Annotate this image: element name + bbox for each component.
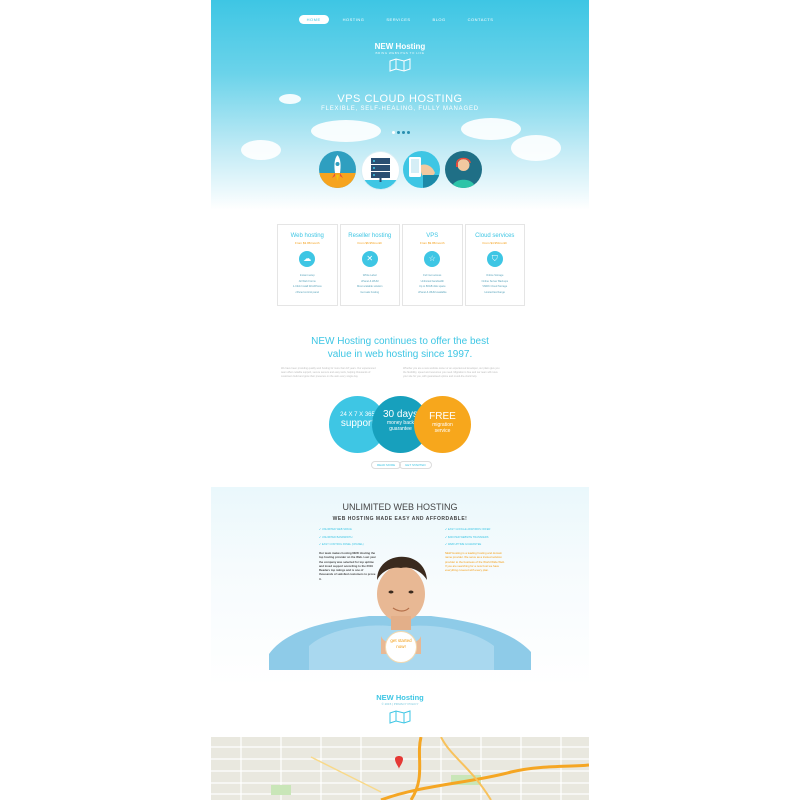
plan-price: From $3.95/month <box>294 241 320 245</box>
plan-card-vps[interactable]: VPS From $9.95/month ☆ Full root access … <box>402 224 463 306</box>
cloud <box>461 118 521 140</box>
get-started-badge-text[interactable]: get started now! <box>386 632 416 650</box>
plan-card-web-hosting[interactable]: Web hosting From $3.95/month ☁ Instant s… <box>277 224 338 306</box>
value-heading-line: value in web hosting since 1997. <box>327 349 473 360</box>
plan-feature: cPanel & WHM available <box>417 290 447 294</box>
hero-subtitle: FLEXIBLE, SELF-HEALING, FULLY MANAGED <box>321 106 479 112</box>
map-canvas[interactable] <box>211 737 589 800</box>
get-started-button[interactable]: GET STARTED <box>399 461 432 469</box>
location-map[interactable] <box>211 737 589 800</box>
page: Home Hosting Services Blog Contacts NEW … <box>211 0 589 800</box>
rocket-icon <box>319 151 356 188</box>
plan-card-reseller-hosting[interactable]: Reseller hosting From $6.95/month ✕ Whit… <box>339 224 400 306</box>
plan-price: From $9.95/month <box>419 241 445 245</box>
nav-services[interactable]: Services <box>378 15 418 24</box>
footer-copyright[interactable]: © 2015 | PRIVACY POLICY <box>211 702 589 706</box>
cloud <box>311 120 381 142</box>
value-paragraph-right: Whether you are a new website owner or a… <box>403 367 500 378</box>
value-heading: NEW Hosting continues to offer the best … <box>211 335 589 361</box>
plans-row: Web hosting From $3.95/month ☁ Instant s… <box>277 224 525 306</box>
nav-blog[interactable]: Blog <box>425 15 454 24</box>
footer-logo-title[interactable]: NEW Hosting <box>211 693 589 702</box>
value-heading-line: NEW Hosting continues to offer the best <box>311 336 489 347</box>
star-icon: ☆ <box>424 251 441 267</box>
hero-section <box>211 0 589 210</box>
get-started-badge[interactable]: get started now! <box>385 631 417 663</box>
bullet-item: UNLIMITED WEB SPACE <box>319 526 364 534</box>
unlimited-title: UNLIMITED WEB HOSTING <box>342 502 458 512</box>
nav-contacts[interactable]: Contacts <box>460 15 502 24</box>
cloud <box>511 135 561 161</box>
plan-title[interactable]: Cloud services <box>466 233 525 239</box>
main-nav: Home Hosting Services Blog Contacts <box>211 15 589 24</box>
footer-map-icon <box>389 710 411 724</box>
logo-map-icon <box>389 58 411 72</box>
slider-dots <box>392 131 410 134</box>
plan-feature: Get sale hosting <box>360 290 380 294</box>
nav-home[interactable]: Home <box>298 15 329 24</box>
nav-hosting[interactable]: Hosting <box>335 15 373 24</box>
plan-feature: Hosted Exchange <box>484 290 505 294</box>
plan-card-cloud-services[interactable]: Cloud services From $4.95/month ⛉ Online… <box>464 224 525 306</box>
cloud <box>241 140 281 160</box>
logo-title[interactable]: NEW Hosting <box>211 42 589 51</box>
plan-title[interactable]: VPS <box>403 233 462 239</box>
slider-dot[interactable] <box>397 131 400 134</box>
circle-big-text: FREE <box>429 411 456 422</box>
bullet-item: EASY GOOGLE ADWORDS OFFER <box>445 526 490 534</box>
unlimited-subtitle: WEB HOSTING MADE EASY AND AFFORDABLE! <box>332 516 468 522</box>
cross-arrows-icon: ✕ <box>361 251 378 267</box>
plan-price: From $4.95/month <box>482 241 507 245</box>
logo-tagline: BRING WEBSITES TO LIFE <box>375 51 425 55</box>
read-more-button[interactable]: READ MORE <box>371 461 402 469</box>
slider-dot[interactable] <box>407 131 410 134</box>
plan-title[interactable]: Reseller hosting <box>341 233 400 239</box>
circle-small-text: migration service <box>432 422 453 434</box>
migration-circle: FREE migration service <box>414 396 471 453</box>
slider-dot[interactable] <box>392 131 395 134</box>
shield-icon: ⛉ <box>486 251 503 267</box>
server-icon <box>361 151 400 190</box>
slider-dot[interactable] <box>402 131 405 134</box>
plan-feature: cPanel control panel <box>295 290 319 294</box>
tablet-icon <box>403 151 440 188</box>
plan-title[interactable]: Web hosting <box>278 233 337 239</box>
plan-price: From $6.95/month <box>357 241 382 245</box>
cloud-icon: ☁ <box>299 251 316 267</box>
hero-title: VPS CLOUD HOSTING <box>337 93 463 105</box>
value-paragraph-left: We have been providing quality web hosti… <box>281 367 376 378</box>
support-agent-icon <box>445 151 482 188</box>
